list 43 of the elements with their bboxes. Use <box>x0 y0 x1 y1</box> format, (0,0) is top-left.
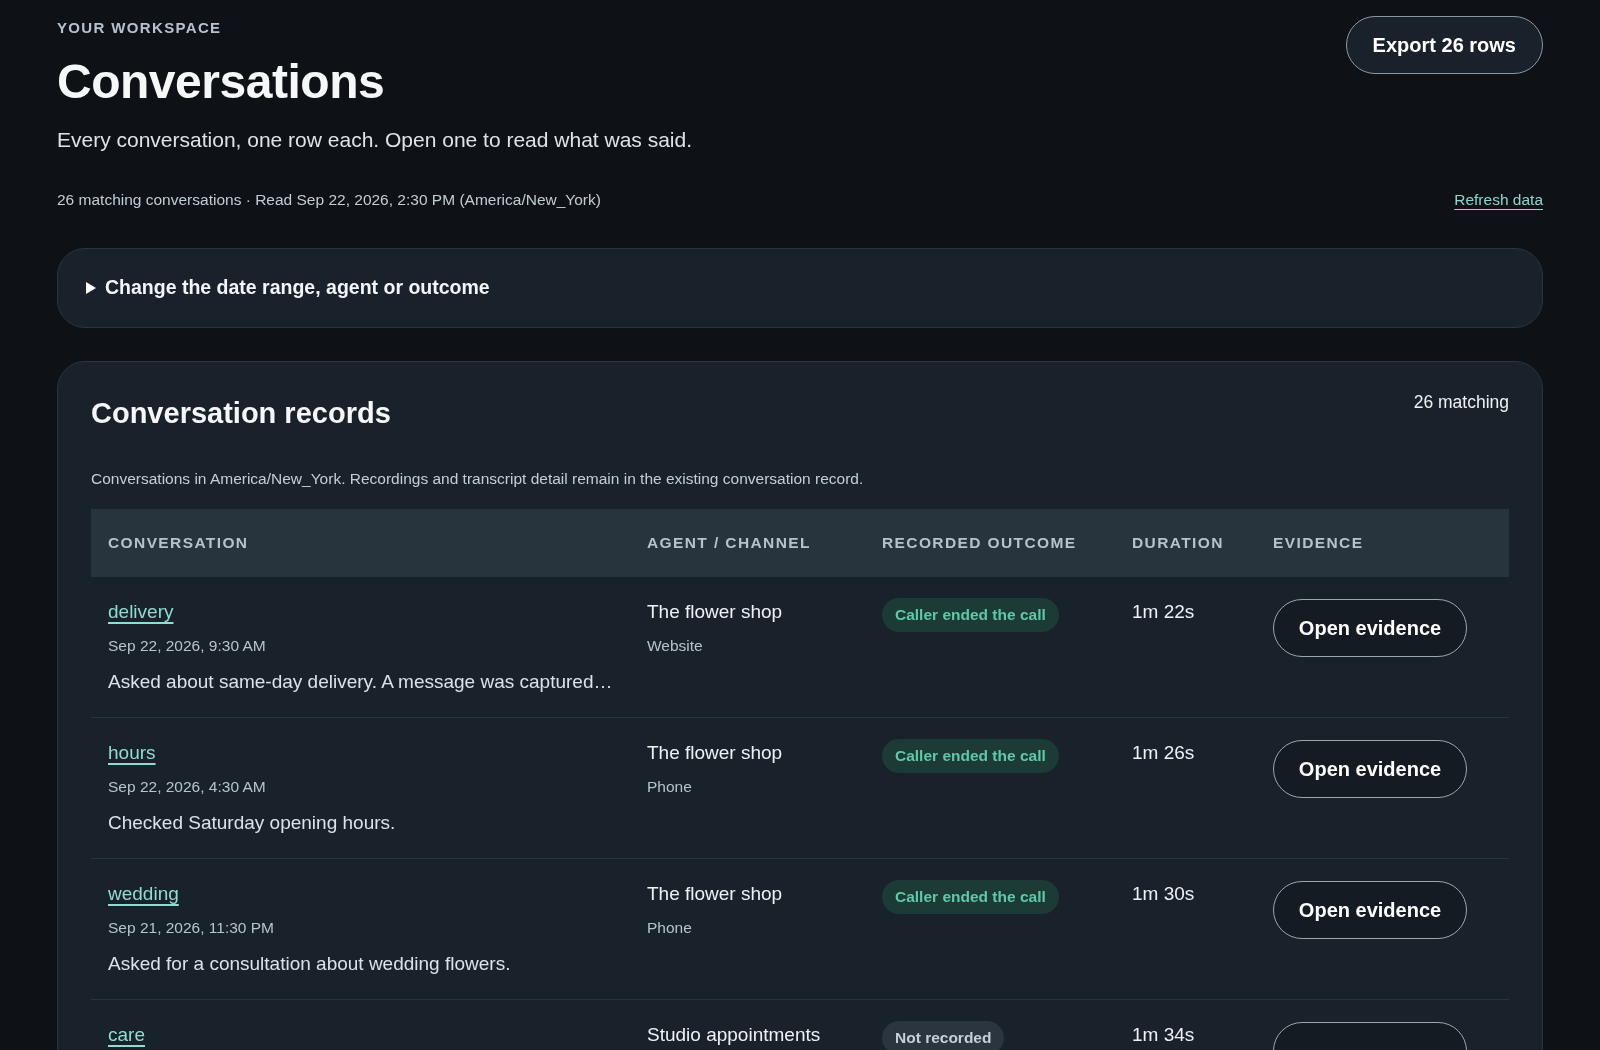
channel-name: Phone <box>647 777 692 797</box>
export-button[interactable]: Export 26 rows <box>1345 16 1543 74</box>
evidence-button[interactable]: Open evidence <box>1273 740 1467 798</box>
page-title: Conversations <box>57 54 385 110</box>
conversation-time: Sep 22, 2026, 9:30 AM <box>108 636 266 656</box>
evidence-button[interactable]: Open evidence <box>1273 599 1467 657</box>
results-meta: 26 matching conversations · Read Sep 22, 2026, 2:30 PM (America/New_York) <box>57 190 601 210</box>
records-description: Conversations in America/New_York. Recordings and transcript detail remain in the existing conversation record. <box>91 469 865 489</box>
agent-name: The flower shop <box>647 741 783 765</box>
outcome-badge: Caller ended the call <box>882 598 1059 632</box>
conversation-time: Sep 21, 2026, 11:30 PM <box>108 918 275 938</box>
duration-text: 1m 34s <box>1132 1024 1195 1045</box>
conversation-link[interactable]: care <box>108 1022 145 1048</box>
records-title: Conversation records <box>91 396 391 430</box>
conversation-summary: Asked about same-day delivery. A message was captured… <box>108 670 613 694</box>
outcome-badge: Caller ended the call <box>882 739 1059 773</box>
eyebrow-label: YOUR WORKSPACE <box>57 18 222 38</box>
column-header: RECORDED OUTCOME <box>881 533 1078 554</box>
page-subtitle: Every conversation, one row each. Open one to read what was said. <box>57 127 693 153</box>
channel-name: Website <box>647 636 703 656</box>
column-header: DURATION <box>1131 533 1225 554</box>
conversation-time: Sep 22, 2026, 4:30 AM <box>108 777 266 797</box>
duration-text: 1m 22s <box>1132 601 1195 622</box>
column-header: CONVERSATION <box>107 533 250 554</box>
filter-toggle[interactable]: Change the date range, agent or outcome <box>86 273 490 303</box>
outcome-badge: Caller ended the call <box>882 880 1059 914</box>
match-count: 26 matching <box>1413 391 1509 414</box>
outcome-badge: Not recorded <box>882 1021 1005 1050</box>
evidence-button[interactable]: Open evidence <box>1273 881 1467 939</box>
agent-name: Studio appointments <box>647 1023 821 1047</box>
duration-text: 1m 26s <box>1132 742 1195 763</box>
column-header: AGENT / CHANNEL <box>646 533 812 554</box>
conversation-link[interactable]: wedding <box>108 881 179 907</box>
channel-name: Phone <box>647 918 692 938</box>
conversation-summary: Asked for a consultation about wedding flowers. <box>108 952 511 976</box>
agent-name: The flower shop <box>647 600 783 624</box>
column-header: EVIDENCE <box>1272 533 1365 554</box>
conversation-link[interactable]: delivery <box>108 599 174 625</box>
conversation-summary: Checked Saturday opening hours. <box>108 811 396 835</box>
duration-text: 1m 30s <box>1132 883 1195 904</box>
refresh-link[interactable]: Refresh data <box>1454 190 1543 210</box>
agent-name: The flower shop <box>647 882 783 906</box>
conversation-link[interactable]: hours <box>108 740 156 766</box>
